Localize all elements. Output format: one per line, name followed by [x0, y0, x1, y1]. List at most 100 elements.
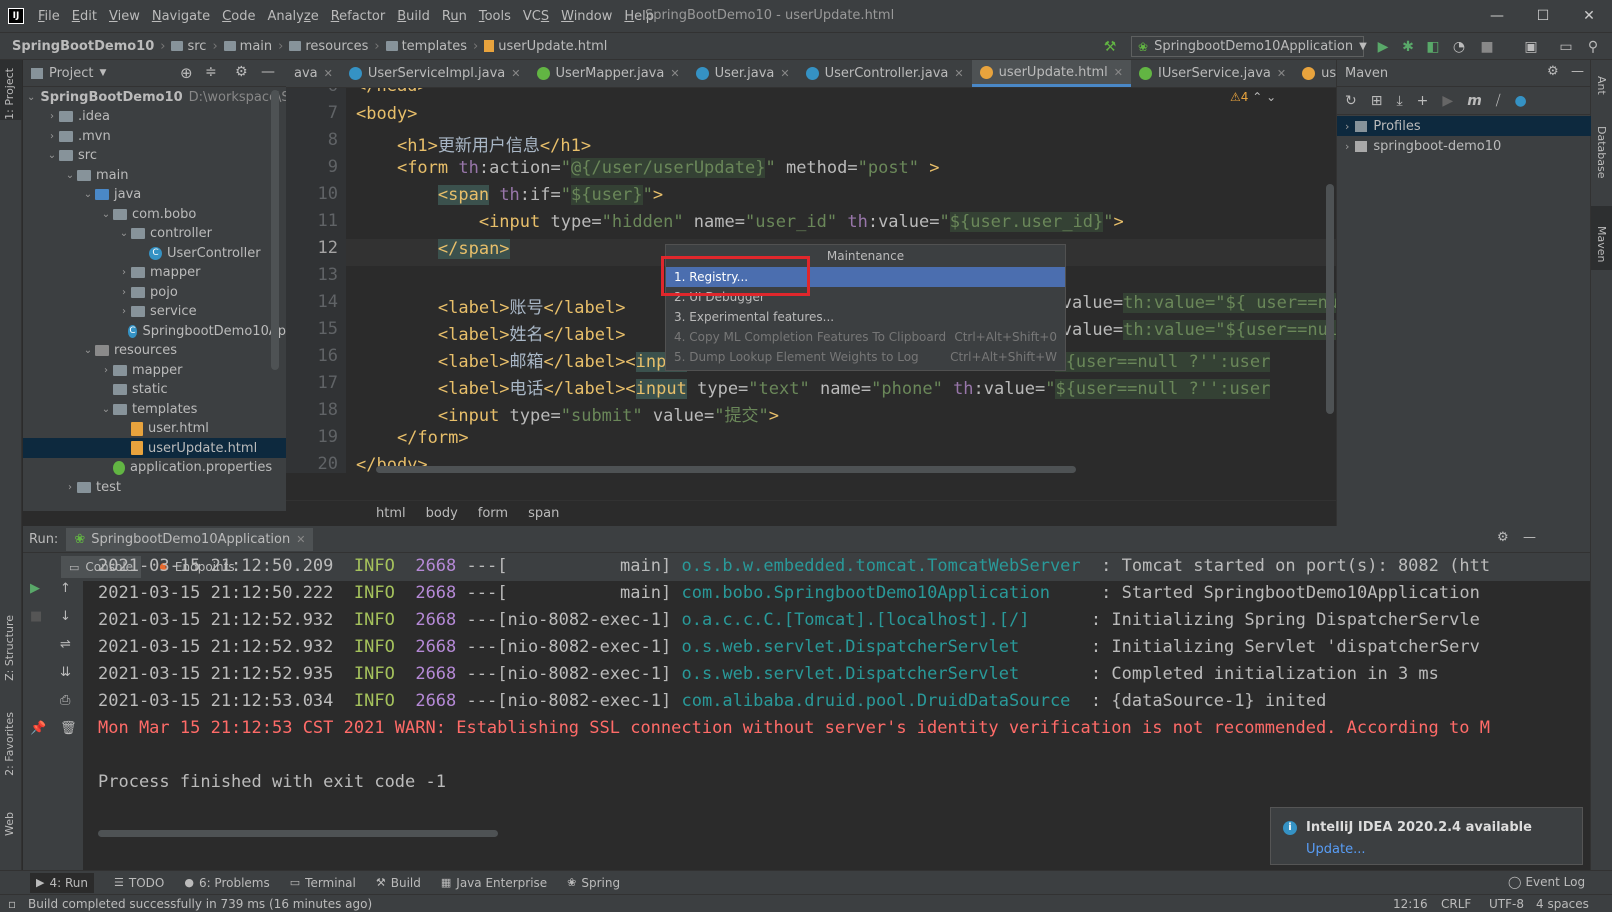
close-icon[interactable]: ✕ — [296, 533, 305, 546]
tree-item[interactable]: application.properties — [23, 458, 286, 478]
tree-item[interactable]: › test — [23, 477, 286, 497]
editor-tab[interactable]: User.java ✕ — [688, 60, 798, 87]
tree-item[interactable]: ⌄ controller — [23, 224, 286, 244]
tree-item[interactable]: ⌄ resources — [23, 341, 286, 361]
tree-item[interactable]: userUpdate.html — [23, 438, 286, 458]
tree-item[interactable]: ⌄ main — [23, 165, 286, 185]
run-config-tab[interactable]: ❀ SpringbootDemo10Application ✕ — [66, 527, 314, 551]
tree-item[interactable]: C SpringbootDemo10Ap — [23, 321, 286, 341]
menu-code[interactable]: Code — [216, 9, 261, 24]
tree-item[interactable]: ⌄ src — [23, 146, 286, 166]
rerun-icon[interactable]: ▶ — [30, 581, 40, 596]
maven-tree-item[interactable]: › springboot-demo10 — [1337, 136, 1591, 156]
bottom-tool-tab[interactable]: ▦ Java Enterprise — [441, 873, 547, 893]
warning-count[interactable]: ⚠4 ⌃ ⌄ — [1230, 90, 1276, 104]
close-icon[interactable]: ✕ — [324, 67, 333, 80]
menu-vcs[interactable]: VCS — [517, 9, 555, 24]
chevron-down-icon[interactable]: ▼ — [99, 68, 106, 78]
tree-item[interactable]: › service — [23, 302, 286, 322]
update-link[interactable]: Update... — [1306, 842, 1365, 857]
print-icon[interactable]: ⎙ — [60, 693, 70, 708]
minimize-button[interactable]: — — [1474, 0, 1520, 32]
tree-item[interactable]: ⌄ com.bobo — [23, 204, 286, 224]
bottom-tool-tab[interactable]: ● 6: Problems — [184, 873, 269, 893]
nav-crumb[interactable]: resources — [289, 39, 368, 54]
menu-run[interactable]: Run — [436, 9, 473, 24]
breadcrumb-item[interactable]: span — [528, 506, 559, 521]
close-icon[interactable]: ✕ — [1114, 66, 1123, 79]
tree-item[interactable]: › .idea — [23, 107, 286, 127]
nav-crumb[interactable]: templates — [385, 39, 467, 54]
web-tool-tab[interactable]: Web — [3, 812, 16, 836]
close-icon[interactable]: ✕ — [1277, 67, 1286, 80]
maven-tool-tab[interactable]: Maven — [1595, 226, 1608, 262]
nav-crumb[interactable]: src — [171, 39, 206, 54]
tree-item[interactable]: ⌄ SpringBootDemo10 D:\workspace\S — [23, 87, 286, 107]
close-icon[interactable]: ✕ — [954, 67, 963, 80]
hide-icon[interactable]: — — [1571, 64, 1584, 79]
gear-icon[interactable]: ⚙ — [235, 64, 248, 80]
bottom-tool-tab[interactable]: ▭ Terminal — [290, 873, 356, 893]
maven-tree-item[interactable]: › Profiles — [1337, 116, 1591, 136]
tree-item[interactable]: ⌄ java — [23, 185, 286, 205]
tree-item[interactable]: › pojo — [23, 282, 286, 302]
run-icon[interactable]: ▶ — [1442, 93, 1453, 109]
editor-tab[interactable]: UserMapper.java ✕ — [529, 60, 688, 87]
bottom-tool-tab[interactable]: ❀ Spring — [567, 873, 620, 893]
nav-crumb[interactable]: userUpdate.html — [484, 39, 607, 54]
toggle-offline-icon[interactable]: ⧸ — [1496, 93, 1501, 109]
search-everywhere-icon[interactable]: ⚲ — [1584, 38, 1602, 56]
menu-analyze[interactable]: Analyze — [261, 9, 324, 24]
stop-icon[interactable]: ■ — [30, 609, 42, 624]
tree-item[interactable]: C UserController — [23, 243, 286, 263]
project-structure-icon[interactable]: ▣ — [1522, 38, 1540, 56]
project-tool-tab[interactable]: 1: Project — [3, 68, 16, 120]
close-window-button[interactable]: ✕ — [1566, 0, 1612, 32]
maintenance-menu-item[interactable]: 3. Experimental features... — [666, 307, 1065, 327]
maven-goal-icon[interactable]: m — [1467, 93, 1482, 109]
editor-vscrollbar[interactable] — [1326, 184, 1334, 414]
database-tool-tab[interactable]: Database — [1595, 126, 1608, 179]
build-hammer-icon[interactable]: ⚒ — [1101, 38, 1119, 56]
menu-edit[interactable]: Edit — [66, 9, 103, 24]
structure-tool-tab[interactable]: Z: Structure — [3, 615, 16, 681]
add-folder-icon[interactable]: ⊞ — [1371, 93, 1383, 109]
tree-item[interactable]: › mapper — [23, 263, 286, 283]
menu-file[interactable]: File — [32, 9, 66, 24]
editor-hscrollbar[interactable] — [376, 466, 1076, 473]
menu-build[interactable]: Build — [391, 9, 436, 24]
soft-wrap-icon[interactable]: ⇌ — [60, 637, 71, 652]
run-config-select[interactable]: ❀ SpringbootDemo10Application ▼ — [1131, 36, 1367, 57]
download-icon[interactable]: ⤓ — [1396, 93, 1402, 109]
project-view-select[interactable]: Project — [49, 66, 93, 81]
hide-icon[interactable]: — — [1523, 530, 1536, 545]
close-icon[interactable]: ✕ — [670, 67, 679, 80]
bottom-tool-tab[interactable]: ⚒ Build — [376, 873, 421, 893]
menu-window[interactable]: Window — [555, 9, 618, 24]
add-icon[interactable]: + — [1417, 93, 1429, 109]
line-separator[interactable]: CRLF — [1441, 897, 1471, 911]
menu-tools[interactable]: Tools — [473, 9, 517, 24]
hide-icon[interactable]: — — [261, 64, 275, 80]
scroll-up-icon[interactable]: ↑ — [60, 581, 71, 596]
console-hscrollbar[interactable] — [98, 830, 498, 837]
collapse-icon[interactable]: ≑ — [205, 64, 217, 80]
nav-crumb[interactable]: SpringBootDemo10 — [12, 39, 154, 54]
tree-item[interactable]: user.html — [23, 419, 286, 439]
tree-item[interactable]: static — [23, 380, 286, 400]
nav-crumb[interactable]: main — [223, 39, 272, 54]
run-icon[interactable]: ▶ — [1374, 38, 1392, 56]
layout-icon[interactable]: ▭ — [1557, 38, 1575, 56]
editor-tab[interactable]: UserController.java ✕ — [798, 60, 972, 87]
indent-setting[interactable]: 4 spaces — [1536, 897, 1589, 911]
file-encoding[interactable]: UTF-8 — [1489, 897, 1524, 911]
close-icon[interactable]: ✕ — [780, 67, 789, 80]
favorites-tool-tab[interactable]: 2: Favorites — [3, 712, 16, 776]
breadcrumb-item[interactable]: html — [376, 506, 406, 521]
breadcrumb-item[interactable]: form — [478, 506, 508, 521]
gear-icon[interactable]: ⚙ — [1497, 530, 1509, 545]
maximize-button[interactable]: ☐ — [1520, 0, 1566, 32]
bottom-tool-tab[interactable]: ▶ 4: Run — [30, 872, 94, 893]
editor-tab[interactable]: userUpdate.html ✕ — [971, 60, 1131, 87]
stop-icon[interactable]: ■ — [1478, 38, 1496, 56]
